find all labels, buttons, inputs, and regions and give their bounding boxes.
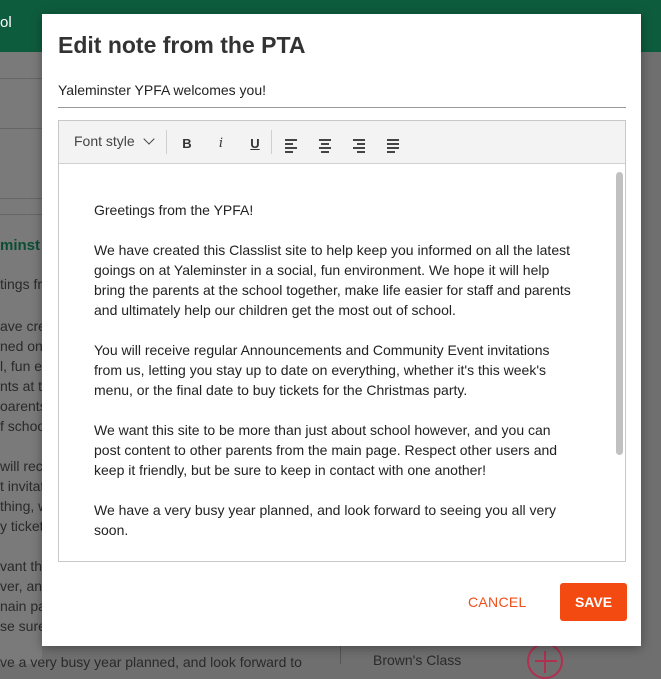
- note-paragraph: You will receive regular Announcements a…: [94, 342, 550, 398]
- app-header-title: ol: [0, 14, 12, 31]
- rich-text-editor: Font style B i U Greetings from the YPFA…: [58, 120, 626, 562]
- background-text-line: oarents: [0, 398, 47, 414]
- align-justify-icon[interactable]: [387, 139, 399, 155]
- note-paragraph: We want this site to be more than just a…: [94, 422, 558, 478]
- toolbar-separator: [271, 130, 272, 154]
- dialog-title: Edit note from the PTA: [58, 32, 306, 58]
- background-text-line: ave cre: [0, 318, 46, 334]
- background-text-line: t invitat: [0, 478, 45, 494]
- align-center-icon[interactable]: [319, 139, 331, 155]
- editor-toolbar: Font style B i U: [59, 121, 625, 164]
- note-paragraph: We have created this Classlist site to h…: [94, 242, 571, 318]
- background-text-line: thing, w: [0, 498, 49, 514]
- font-style-dropdown[interactable]: Font style: [74, 133, 155, 149]
- edit-note-dialog: Edit note from the PTA Font style B i U: [42, 14, 641, 646]
- bold-button[interactable]: B: [177, 133, 197, 153]
- background-text-line: f schoo: [0, 418, 46, 434]
- cancel-button[interactable]: CANCEL: [468, 594, 527, 610]
- toolbar-separator: [166, 130, 167, 154]
- italic-button[interactable]: i: [211, 133, 231, 153]
- save-button[interactable]: SAVE: [560, 583, 627, 621]
- add-icon: [527, 643, 563, 679]
- background-text-line: ver, an: [0, 578, 43, 594]
- subject-input[interactable]: [58, 76, 626, 108]
- note-body[interactable]: Greetings from the YPFA! We have created…: [94, 200, 574, 560]
- background-text-line: y ticket: [0, 518, 44, 534]
- font-style-label: Font style: [74, 133, 135, 149]
- align-left-icon[interactable]: [285, 139, 297, 155]
- note-paragraph: Greetings from the YPFA!: [94, 202, 254, 218]
- background-text-line: l, fun e: [0, 358, 43, 374]
- align-right-icon[interactable]: [353, 139, 365, 155]
- chevron-down-icon: [143, 133, 155, 145]
- editor-scrollbar[interactable]: [616, 172, 623, 455]
- editor-content[interactable]: Greetings from the YPFA! We have created…: [59, 164, 625, 561]
- background-bottom-text: ve a very busy year planned, and look fo…: [0, 654, 302, 670]
- note-paragraph: We have a very busy year planned, and lo…: [94, 502, 556, 538]
- background-heading: minst: [0, 237, 41, 254]
- background-class-label: Brown's Class: [373, 652, 462, 668]
- underline-button[interactable]: U: [245, 133, 265, 153]
- background-text-line: ned on: [0, 338, 43, 354]
